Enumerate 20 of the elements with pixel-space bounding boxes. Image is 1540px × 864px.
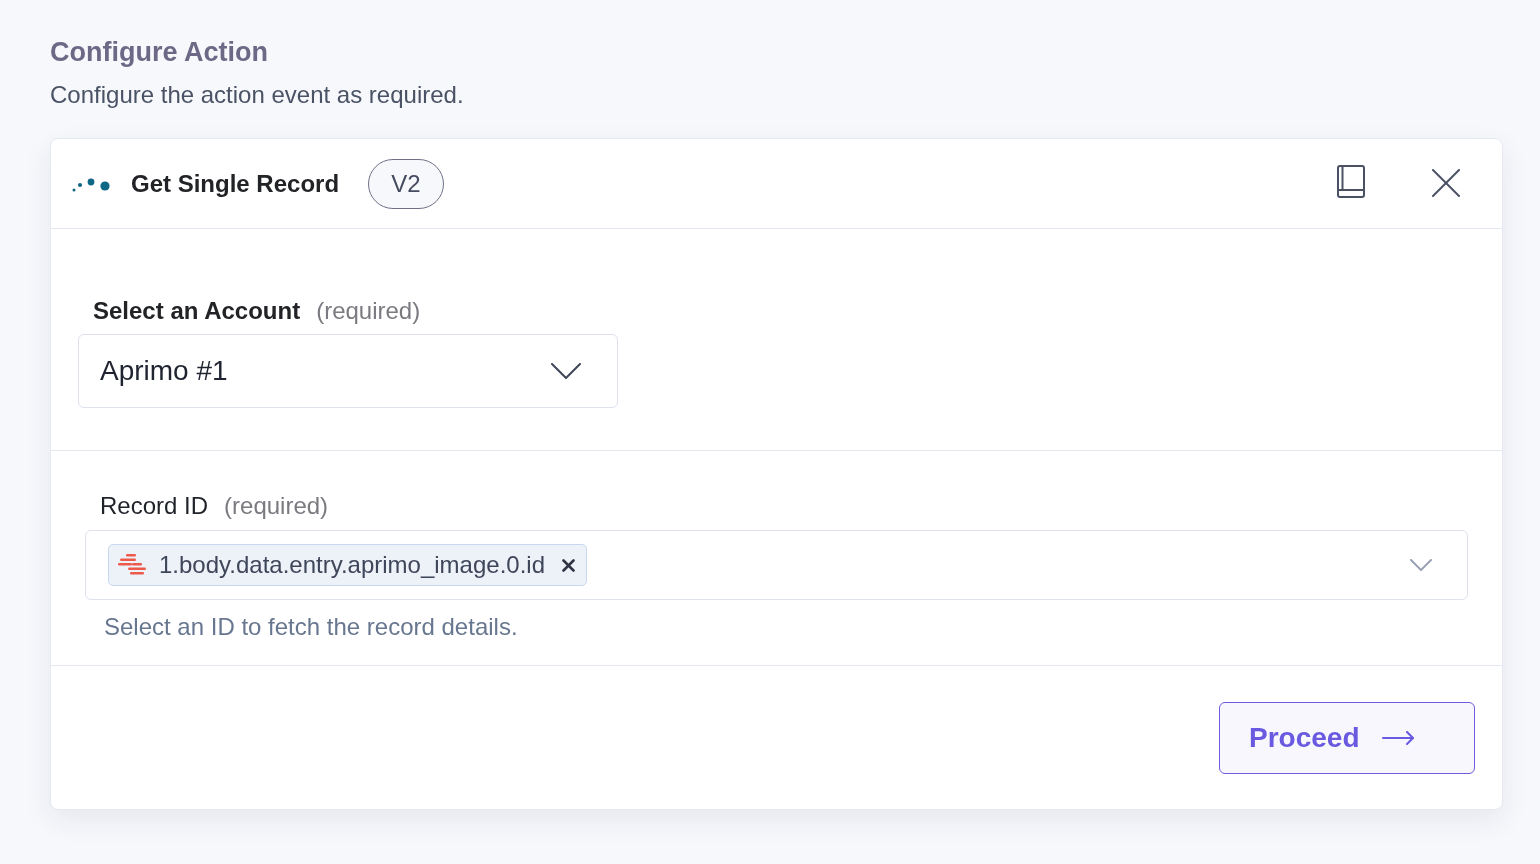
variable-tag[interactable]: 1.body.data.entry.aprimo_image.0.id: [108, 544, 587, 586]
stripes-icon: [118, 554, 148, 576]
required-hint: (required): [316, 297, 421, 325]
field-label: Select an Account: [93, 297, 301, 325]
close-icon[interactable]: [1432, 168, 1460, 197]
required-hint: (required): [224, 492, 329, 520]
chevron-down-icon: [551, 363, 581, 379]
chevron-down-icon: [1410, 559, 1432, 571]
record-id-field[interactable]: 1.body.data.entry.aprimo_image.0.id: [85, 530, 1468, 600]
action-title: Get Single Record: [131, 168, 340, 199]
field-label: Record ID: [100, 492, 209, 520]
book-icon[interactable]: [1337, 164, 1365, 198]
remove-icon[interactable]: [562, 558, 575, 572]
arrow-right-icon: [1381, 731, 1415, 745]
account-select[interactable]: Aprimo #1: [78, 334, 618, 408]
proceed-button[interactable]: Proceed: [1219, 702, 1475, 774]
page-subtitle: Configure the action event as required.: [50, 80, 464, 110]
page-title: Configure Action: [50, 36, 268, 68]
help-text: Select an ID to fetch the record details.: [104, 613, 518, 641]
version-badge: V2: [368, 158, 445, 209]
